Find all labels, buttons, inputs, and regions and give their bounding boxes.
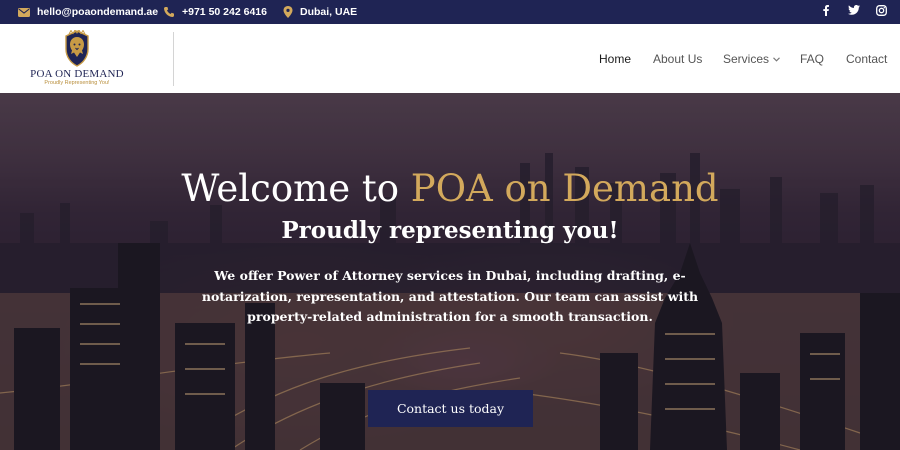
instagram-link[interactable] — [871, 0, 891, 20]
email-text[interactable]: hello@poaondemand.ae — [37, 6, 158, 18]
twitter-link[interactable] — [844, 0, 864, 20]
top-bar: hello@poaondemand.ae +971 50 242 6416 Du… — [0, 0, 900, 24]
hero-title-prefix: Welcome to — [181, 167, 400, 210]
logo-tagline: Proudly Representing You! — [44, 80, 110, 86]
nav-about-us[interactable]: About Us — [653, 24, 702, 93]
facebook-icon — [823, 4, 829, 16]
nav-home-label: Home — [599, 51, 632, 66]
hero-title: Welcome to POA on Demand — [0, 167, 900, 210]
location-pin-icon — [283, 6, 293, 18]
nav-home[interactable]: Home — [599, 24, 631, 93]
header-divider — [173, 32, 174, 86]
facebook-link[interactable] — [816, 0, 836, 20]
location-text: Dubai, UAE — [300, 6, 358, 18]
nav-faq-label: FAQ — [800, 51, 825, 66]
nav-services[interactable]: Services — [723, 24, 780, 93]
site-header: POA ON DEMAND Proudly Representing You! … — [0, 24, 900, 93]
nav-contact-label: Contact — [846, 51, 888, 66]
nav-contact[interactable]: Contact — [846, 24, 887, 93]
twitter-icon — [848, 5, 860, 15]
email-contact[interactable]: hello@poaondemand.ae — [18, 0, 158, 24]
nav-services-label: Services — [723, 51, 770, 66]
phone-text[interactable]: +971 50 242 6416 — [182, 6, 267, 18]
nav-faq[interactable]: FAQ — [800, 24, 824, 93]
hero-title-accent: POA on Demand — [410, 167, 719, 210]
logo-name: POA ON DEMAND — [30, 68, 124, 80]
nav-about-label: About Us — [653, 51, 703, 66]
lion-crest-icon — [65, 30, 89, 67]
location-contact: Dubai, UAE — [283, 0, 357, 24]
phone-icon — [164, 7, 174, 17]
contact-us-button-label: Contact us today — [396, 401, 505, 416]
site-logo[interactable]: POA ON DEMAND Proudly Representing You! — [22, 28, 132, 88]
phone-contact[interactable]: +971 50 242 6416 — [163, 0, 267, 24]
chevron-down-icon — [773, 57, 780, 62]
instagram-icon — [875, 4, 887, 16]
hero-description: We offer Power of Attorney services in D… — [201, 268, 699, 324]
contact-us-button[interactable]: Contact us today — [368, 390, 533, 427]
hero-section: Welcome to POA on Demand Proudly represe… — [0, 93, 900, 450]
envelope-icon — [18, 7, 30, 17]
hero-subtitle: Proudly representing you! — [281, 217, 619, 244]
